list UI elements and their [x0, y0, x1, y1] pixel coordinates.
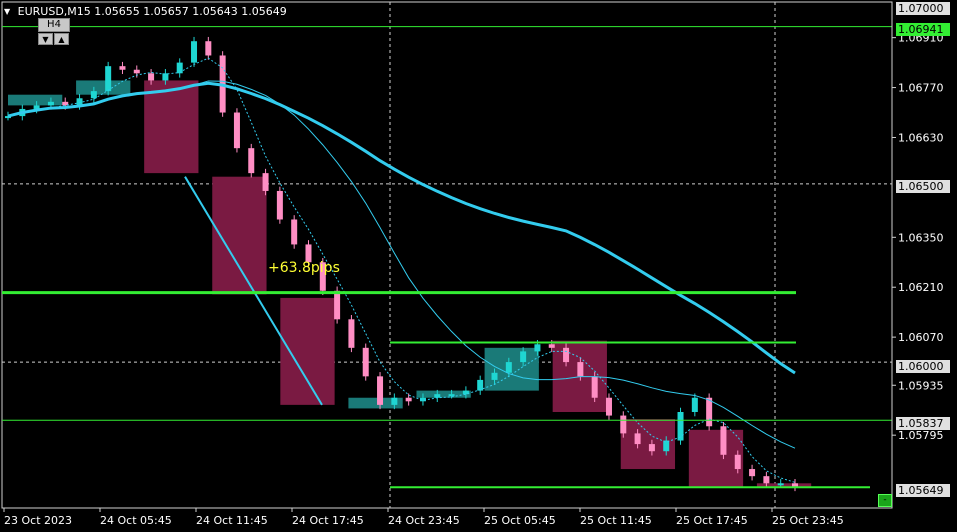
- candle-body: [119, 66, 126, 70]
- menu-triangle-icon[interactable]: ▼: [4, 7, 10, 16]
- price-chart[interactable]: 1.069101.067701.066301.063501.062101.060…: [0, 0, 957, 532]
- time-tick-label: 24 Oct 05:45: [100, 514, 172, 527]
- time-tick-label: 24 Oct 11:45: [196, 514, 268, 527]
- candle-body: [777, 483, 784, 486]
- h4-box: [416, 390, 471, 398]
- price-tick-label: 1.06630: [898, 131, 944, 144]
- symbol-info-bar: ▼ EURUSD,M15 1.05655 1.05657 1.05643 1.0…: [4, 5, 287, 18]
- candle-body: [505, 362, 512, 373]
- open-price: 1.05655: [94, 5, 140, 18]
- h4-box: [144, 80, 199, 174]
- time-tick-label: 25 Oct 23:45: [772, 514, 844, 527]
- candle-body: [448, 394, 455, 397]
- price-tick-label: 1.05795: [898, 429, 944, 442]
- candle-body: [605, 397, 612, 416]
- high-price: 1.05657: [143, 5, 189, 18]
- price-tick-label: 1.06350: [898, 231, 944, 244]
- candle-body: [90, 91, 97, 99]
- time-tick-label: 24 Oct 23:45: [388, 514, 460, 527]
- candle-body: [663, 440, 670, 452]
- timeframe-up-button[interactable]: ▲: [54, 33, 69, 45]
- candle-body: [591, 376, 598, 398]
- candle-body: [706, 397, 713, 427]
- price-tag-current: 1.05649: [896, 484, 950, 497]
- candle-body: [477, 379, 484, 391]
- price-tick-label: 1.06070: [898, 331, 944, 344]
- candle-body: [47, 101, 54, 106]
- candle-body: [677, 412, 684, 441]
- price-tick-label: 1.05935: [898, 379, 944, 392]
- candle-body: [405, 397, 412, 402]
- price-tag-level-1: 1.06500: [896, 180, 950, 193]
- candle-body: [291, 219, 298, 245]
- candle-body: [563, 347, 570, 363]
- candle-body: [334, 290, 341, 320]
- candle-body: [262, 173, 269, 191]
- candle-body: [634, 433, 641, 445]
- time-tick-label: 23 Oct 2023: [4, 514, 72, 527]
- pips-annotation: +63.8pips: [268, 260, 340, 276]
- candle-body: [276, 190, 283, 220]
- chart-shift-button[interactable]: -: [878, 494, 892, 507]
- price-tag-level-2: 1.06000: [896, 360, 950, 373]
- candle-body: [734, 454, 741, 470]
- price-tag-green-level: 1.06941: [896, 23, 950, 36]
- candle-body: [491, 372, 498, 380]
- h4-box: [76, 80, 131, 95]
- candle-body: [520, 351, 527, 363]
- time-tick-label: 25 Oct 05:45: [484, 514, 556, 527]
- candle-body: [548, 344, 555, 348]
- time-tick-label: 25 Oct 17:45: [676, 514, 748, 527]
- timeframe-switcher: H4 ▼ ▲: [38, 18, 70, 45]
- candle-body: [248, 148, 255, 174]
- candle-body: [205, 41, 212, 56]
- candle-body: [105, 66, 112, 92]
- candle-body: [377, 376, 384, 405]
- low-price: 1.05643: [192, 5, 238, 18]
- candle-body: [362, 347, 369, 377]
- symbol-name: EURUSD,M15: [17, 5, 91, 18]
- candle-body: [534, 344, 541, 352]
- h4-box: [280, 297, 335, 405]
- candle-body: [348, 319, 355, 348]
- timeframe-down-button[interactable]: ▼: [38, 33, 53, 45]
- price-tag-top: 1.07000: [896, 2, 950, 15]
- h4-box: [8, 94, 63, 106]
- candle-body: [176, 62, 183, 74]
- candle-body: [233, 112, 240, 149]
- candle-body: [434, 394, 441, 398]
- candle-body: [133, 69, 140, 74]
- time-tick-label: 25 Oct 11:45: [580, 514, 652, 527]
- candle-body: [691, 397, 698, 412]
- candle-body: [620, 415, 627, 434]
- candle-body: [391, 397, 398, 405]
- price-tag-level-3: 1.05837: [896, 417, 950, 430]
- time-tick-label: 24 Oct 17:45: [292, 514, 364, 527]
- candle-body: [191, 41, 198, 63]
- candle-body: [577, 362, 584, 377]
- price-tick-label: 1.06210: [898, 281, 944, 294]
- candle-body: [648, 444, 655, 452]
- candle-body: [763, 476, 770, 484]
- price-tick-label: 1.06770: [898, 82, 944, 95]
- close-price: 1.05649: [241, 5, 287, 18]
- candle-body: [749, 469, 756, 477]
- candle-body: [148, 73, 155, 81]
- timeframe-label: H4: [38, 18, 70, 32]
- candle-body: [720, 426, 727, 455]
